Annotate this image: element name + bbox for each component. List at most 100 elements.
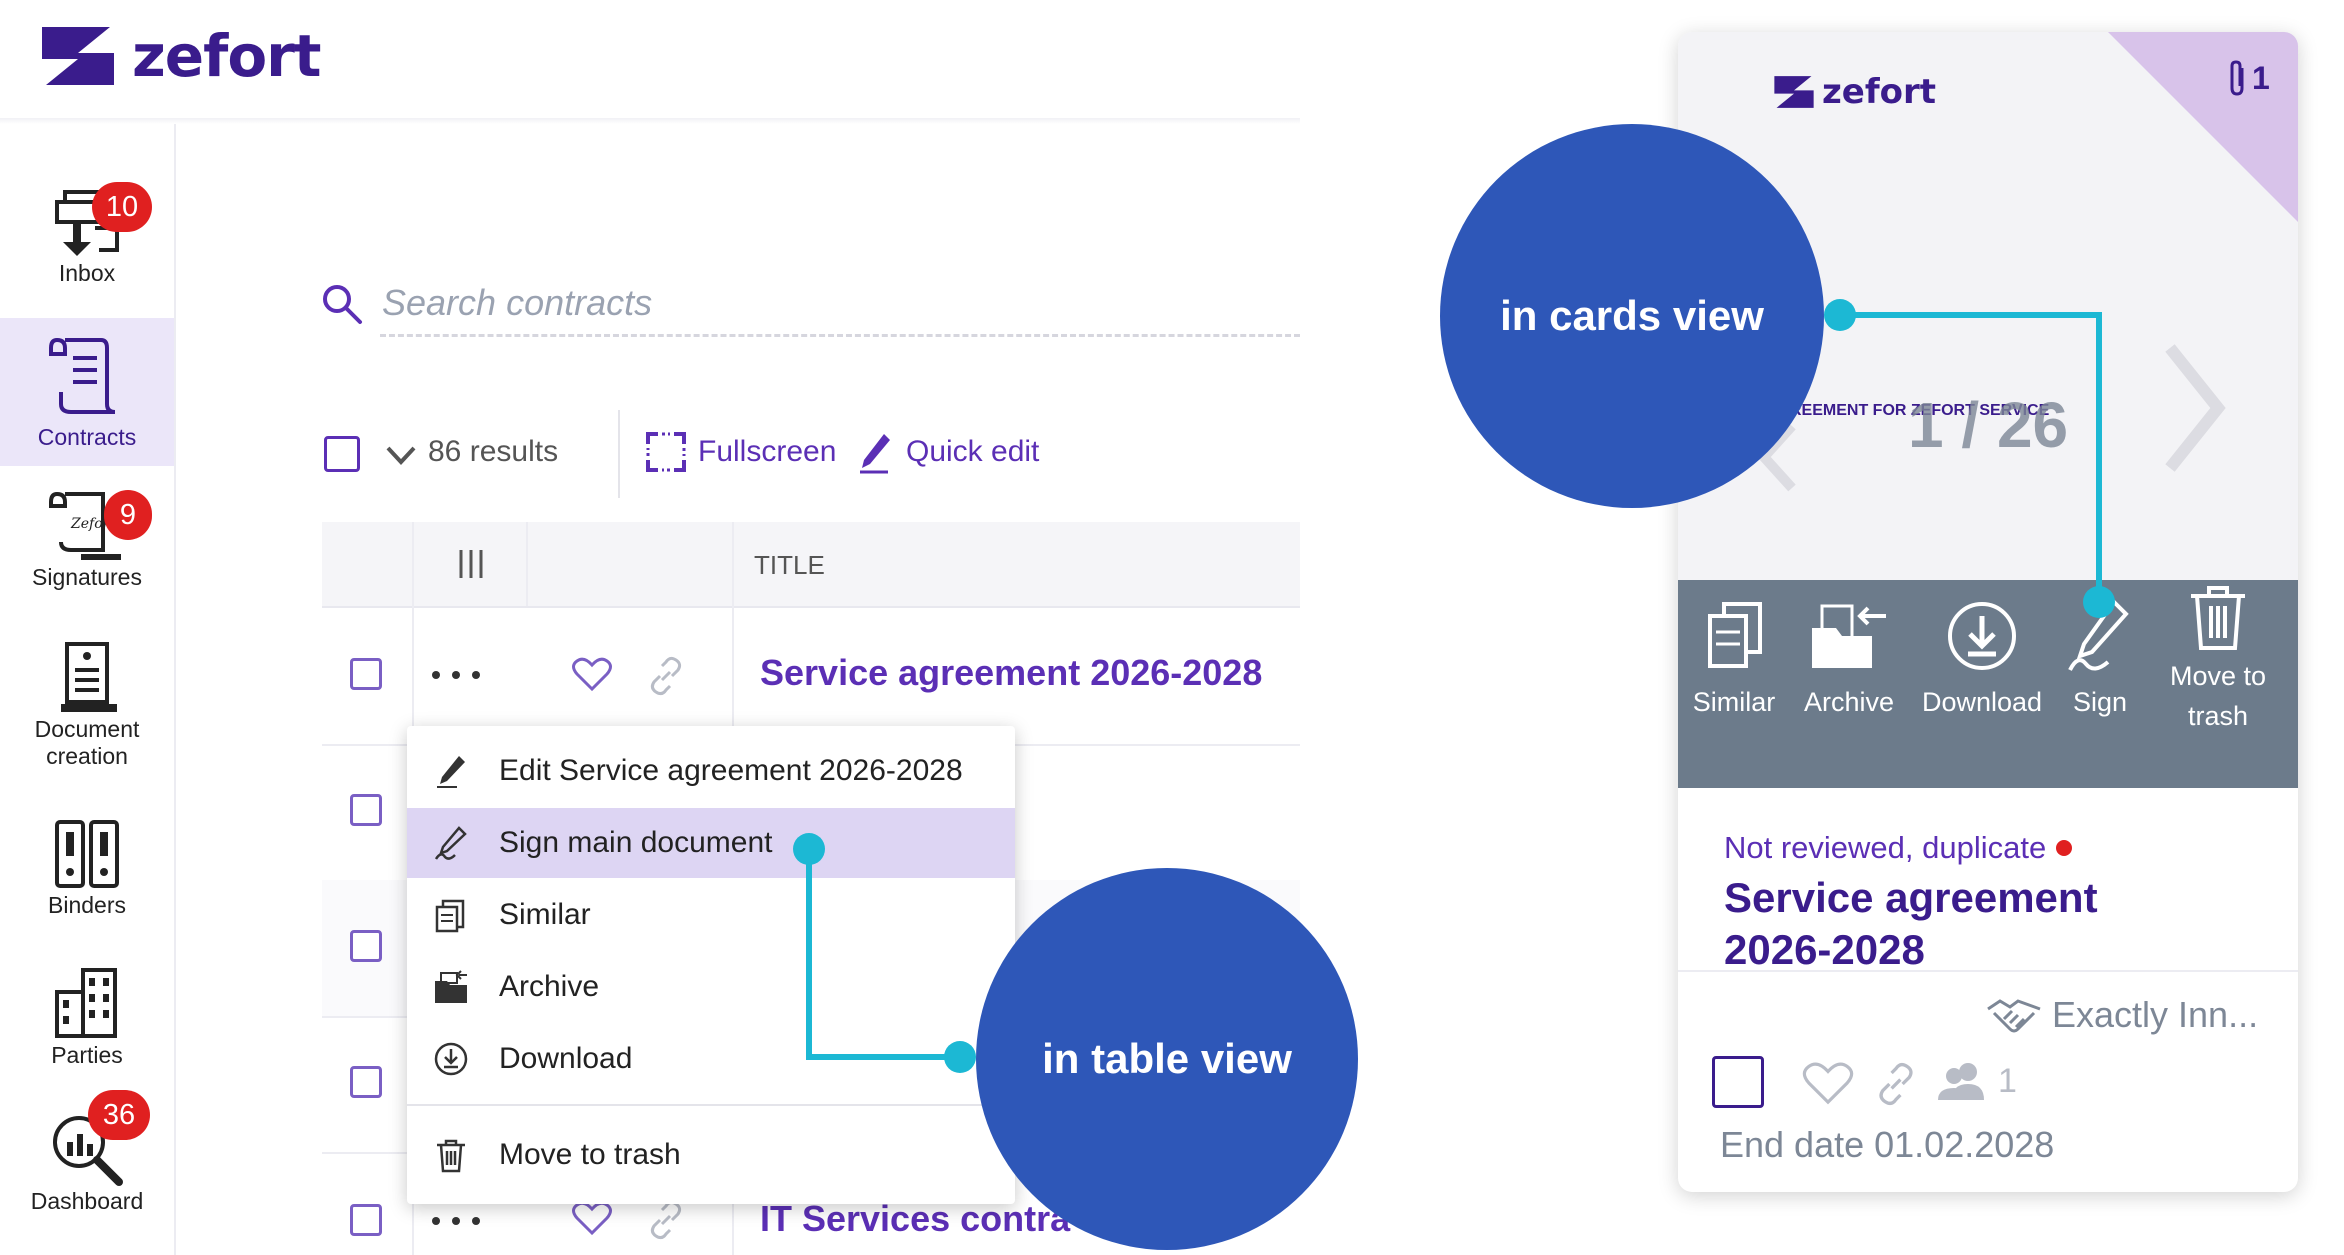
sidebar-item-parties[interactable]: Parties bbox=[0, 966, 174, 1076]
context-menu: Edit Service agreement 2026-2028 Sign ma… bbox=[407, 726, 1015, 1204]
table-view-callout: in table view bbox=[976, 868, 1358, 1250]
sidebar-item-label: Contracts bbox=[37, 424, 137, 450]
link-icon[interactable] bbox=[1874, 1062, 1918, 1106]
more-actions-icon[interactable] bbox=[428, 1214, 484, 1228]
menu-item-trash[interactable]: Move to trash bbox=[407, 1120, 1015, 1190]
download-icon bbox=[1948, 602, 2016, 670]
binders-icon bbox=[55, 820, 119, 888]
toolbar-divider bbox=[618, 410, 620, 498]
table-callout-connector bbox=[806, 846, 812, 1060]
sidebar-item-label: Parties bbox=[51, 1042, 123, 1068]
row-checkbox[interactable] bbox=[350, 658, 382, 690]
zefort-logo[interactable]: zefort bbox=[38, 22, 322, 90]
card-action-trash[interactable]: Move to trash bbox=[2148, 580, 2288, 788]
sidebar-item-label: Document creation bbox=[34, 716, 140, 769]
signatures-badge: 9 bbox=[104, 490, 152, 540]
more-actions-icon[interactable] bbox=[428, 668, 484, 682]
card-party[interactable]: Exactly Inn... bbox=[1986, 994, 2258, 1036]
results-count: 86 results bbox=[428, 435, 559, 468]
handshake-icon bbox=[1987, 999, 2041, 1033]
table-callout-dot bbox=[944, 1041, 976, 1073]
archive-icon bbox=[435, 970, 467, 1003]
card-title[interactable]: Service agreement 2026-2028 bbox=[1724, 872, 2098, 976]
quick-edit-button[interactable]: Quick edit bbox=[858, 430, 1039, 474]
sidebar-item-binders[interactable]: Binders bbox=[0, 816, 174, 926]
sidebar: 10 Inbox Contracts Zefort 9 Signatures D… bbox=[0, 124, 176, 1255]
contract-title-link[interactable]: IT Services contra bbox=[760, 1198, 1070, 1240]
shared-users-icon bbox=[1938, 1063, 1984, 1100]
document-creation-icon bbox=[61, 642, 117, 712]
zefort-logo-icon bbox=[42, 27, 114, 85]
card-actions-bar: Similar Archive Download Sign Move to tr… bbox=[1678, 580, 2298, 788]
fullscreen-button[interactable]: Fullscreen bbox=[646, 432, 836, 472]
heart-icon[interactable] bbox=[572, 1200, 612, 1236]
similar-icon bbox=[1708, 602, 1762, 668]
sidebar-item-label: Signatures bbox=[32, 564, 142, 590]
sidebar-item-label: Inbox bbox=[58, 260, 116, 286]
menu-item-sign[interactable]: Sign main document bbox=[407, 808, 1015, 878]
trash-icon bbox=[2191, 586, 2245, 650]
card-status: Not reviewed, duplicate bbox=[1724, 830, 2073, 866]
search-underline bbox=[380, 334, 1300, 337]
pencil-icon bbox=[860, 434, 890, 474]
sidebar-item-inbox[interactable]: 10 Inbox bbox=[0, 182, 174, 294]
dashboard-badge: 36 bbox=[88, 1090, 150, 1140]
card-logo: zefort bbox=[1772, 72, 1936, 112]
fullscreen-icon bbox=[646, 432, 686, 472]
status-dot bbox=[2056, 840, 2073, 856]
heart-icon[interactable] bbox=[1802, 1060, 1854, 1106]
attachment-count: 1 bbox=[2252, 60, 2270, 96]
shared-count: 1 bbox=[1998, 1062, 2017, 1100]
row-checkbox[interactable] bbox=[350, 930, 382, 962]
link-icon[interactable] bbox=[646, 656, 686, 696]
sidebar-item-contracts[interactable]: Contracts bbox=[0, 318, 174, 466]
contract-title-link[interactable]: Service agreement 2026-2028 bbox=[760, 652, 1262, 694]
menu-item-similar[interactable]: Similar bbox=[407, 880, 1015, 950]
sidebar-item-label: Dashboard bbox=[30, 1188, 144, 1214]
card-divider bbox=[1678, 970, 2298, 972]
search-icon bbox=[323, 285, 362, 324]
column-divider bbox=[526, 522, 528, 606]
columns-icon[interactable] bbox=[456, 548, 486, 580]
select-all-checkbox[interactable] bbox=[324, 436, 360, 472]
menu-item-archive[interactable]: Archive bbox=[407, 952, 1015, 1022]
card-end-date: End date 01.02.2028 bbox=[1720, 1124, 2055, 1165]
trash-icon bbox=[437, 1139, 465, 1173]
topbar-divider bbox=[0, 118, 1300, 124]
parties-icon bbox=[55, 968, 117, 1038]
sign-icon bbox=[434, 826, 467, 860]
paperclip-icon bbox=[2230, 60, 2244, 96]
cards-callout-connector bbox=[2096, 312, 2102, 602]
sidebar-item-document-creation[interactable]: Document creation bbox=[0, 640, 174, 780]
card-action-similar[interactable]: Similar bbox=[1686, 580, 1782, 788]
search-input[interactable]: Search contracts bbox=[382, 282, 652, 324]
card-action-archive[interactable]: Archive bbox=[1790, 580, 1908, 788]
card-checkbox[interactable] bbox=[1712, 1056, 1764, 1108]
menu-item-edit[interactable]: Edit Service agreement 2026-2028 bbox=[407, 736, 1015, 806]
row-checkbox[interactable] bbox=[350, 1204, 382, 1236]
table-callout-dot bbox=[793, 833, 825, 865]
quick-edit-label: Quick edit bbox=[906, 435, 1040, 468]
sidebar-item-label: Binders bbox=[48, 892, 126, 918]
zefort-logo-text: zefort bbox=[132, 22, 322, 90]
fullscreen-label: Fullscreen bbox=[698, 435, 837, 468]
row-checkbox[interactable] bbox=[350, 794, 382, 826]
zefort-logo-icon bbox=[1774, 76, 1814, 108]
download-icon bbox=[434, 1042, 468, 1076]
cards-callout-connector bbox=[1838, 312, 2102, 318]
sidebar-item-dashboard[interactable]: 36 Dashboard bbox=[0, 1090, 174, 1222]
row-checkbox[interactable] bbox=[350, 1066, 382, 1098]
menu-divider bbox=[407, 1104, 1015, 1106]
sidebar-item-signatures[interactable]: Zefort 9 Signatures bbox=[0, 488, 174, 598]
archive-icon bbox=[1812, 604, 1886, 668]
heart-icon[interactable] bbox=[572, 656, 612, 692]
cards-view-callout: in cards view bbox=[1440, 124, 1824, 508]
card-action-download[interactable]: Download bbox=[1914, 580, 2050, 788]
edit-icon bbox=[437, 756, 465, 788]
similar-icon bbox=[435, 899, 465, 933]
cards-callout-dot bbox=[1824, 299, 1856, 331]
chevron-down-icon[interactable] bbox=[384, 440, 418, 470]
title-column-header[interactable]: TITLE bbox=[754, 550, 825, 581]
next-page-arrow-icon[interactable] bbox=[2158, 338, 2228, 478]
link-icon[interactable] bbox=[646, 1200, 686, 1240]
